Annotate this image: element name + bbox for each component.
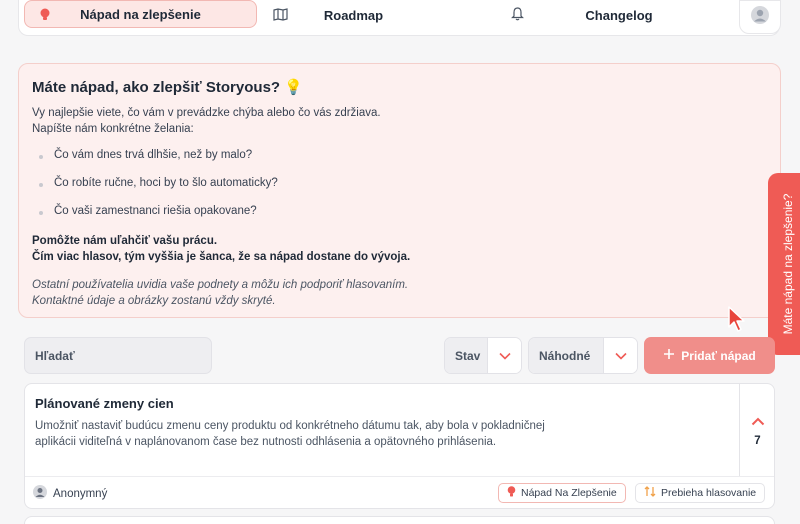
author-name: Anonymný [53,487,108,500]
info-panel: Máte nápad, ako zlepšiť Storyous? 💡 Vy n… [18,63,781,318]
info-note-2: Kontaktné údaje a obrázky zostanú vždy s… [32,295,276,307]
feedback-side-tab[interactable]: Máte nápad na zlepšenie? [768,173,800,355]
tab-changelog[interactable]: Changelog [499,0,739,30]
lightbulb-icon [507,485,516,501]
top-navigation: Nápad na zlepšenie Roadmap Changelog [18,0,780,36]
author: Anonymný [33,485,107,502]
add-idea-button-label: Pridať nápad [681,348,756,363]
info-title: Máte nápad, ako zlepšiť Storyous? 💡 [32,79,303,96]
add-idea-button[interactable]: Pridať nápad [644,337,775,374]
bullet-dot [39,155,43,159]
idea-card[interactable]: Plánované zmeny cien Umožniť nastaviť bu… [24,383,775,509]
category-badge-label: Nápad Na Zlepšenie [521,487,617,499]
chevron-down-icon [487,338,521,373]
plus-icon [663,348,675,363]
upvote-chevron-icon[interactable] [751,413,765,431]
sort-select-label: Náhodné [529,338,605,373]
status-select-label: Stav [445,338,489,373]
tab-changelog-label: Changelog [585,7,653,23]
bell-icon [511,7,524,24]
bullet-dot [39,211,43,215]
tab-ideas-label: Nápad na zlepšenie [80,6,201,22]
tab-roadmap-label: Roadmap [323,7,384,23]
info-strong-1: Pomôžte nám uľahčiť vašu prácu. [32,235,218,247]
vote-count: 7 [754,435,761,447]
status-select[interactable]: Stav [444,337,522,374]
tab-roadmap[interactable]: Roadmap [266,0,441,30]
chevron-down-icon [603,338,637,373]
status-badge[interactable]: Prebieha hlasovanie [635,483,766,503]
idea-title[interactable]: Plánované zmeny cien [35,396,174,411]
map-icon [273,8,288,24]
bullet-dot [39,183,43,187]
bullet-item: Čo vám dnes trvá dlhšie, než by malo? [54,149,253,161]
idea-card-footer: Anonymný Nápad Na Zlepšenie Prebieha hla… [25,476,774,509]
bullet-item: Čo robíte ručne, hoci by to šlo automati… [54,177,278,189]
status-badge-label: Prebieha hlasovanie [661,487,757,499]
lightbulb-icon [39,8,51,25]
info-intro-1: Vy najlepšie viete, čo vám v prevádzke c… [32,107,381,119]
tab-ideas[interactable]: Nápad na zlepšenie [24,0,257,28]
sort-arrows-icon [644,486,656,500]
category-badge[interactable]: Nápad Na Zlepšenie [498,483,626,503]
avatar-icon [33,485,47,502]
vote-box[interactable]: 7 [739,384,775,476]
search-field[interactable] [24,337,212,374]
bullet-item: Čo vaši zamestnanci riešia opakovane? [54,205,257,217]
next-idea-card[interactable] [24,516,775,524]
sort-select[interactable]: Náhodné [528,337,638,374]
search-input[interactable] [25,338,211,373]
idea-description: Umožniť nastaviť budúcu zmenu ceny produ… [35,420,545,448]
feedback-side-tab-label: Máte nápad na zlepšenie? [781,193,795,335]
user-avatar-button[interactable] [739,0,781,34]
info-note-1: Ostatní používatelia uvidia vaše podnety… [32,279,409,291]
info-strong-2: Čím viac hlasov, tým vyššia je šanca, že… [32,251,411,263]
info-intro-2: Napíšte nám konkrétne želania: [32,123,194,135]
user-avatar-icon [751,5,769,29]
mouse-cursor-icon [727,305,747,338]
